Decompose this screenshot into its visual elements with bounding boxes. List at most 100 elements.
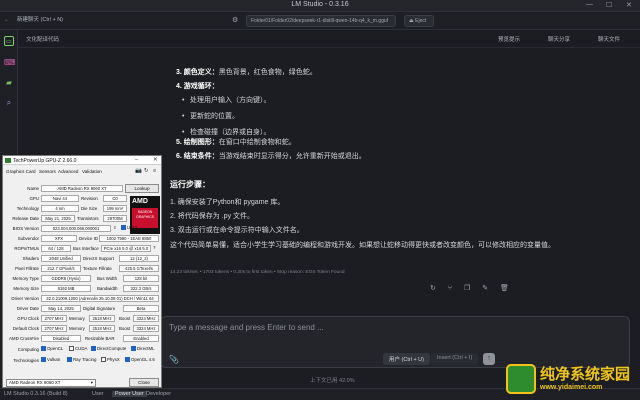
gpuz-app-icon bbox=[5, 158, 11, 163]
copy-icon[interactable]: ❐ bbox=[464, 285, 470, 292]
label-digital-signature: Digital Signature bbox=[83, 306, 116, 311]
mode-power-user[interactable]: Power User bbox=[112, 391, 147, 397]
gpuz-title-bar: TechPowerUp GPU-Z 2.66.0 – ✕ bbox=[3, 156, 161, 165]
branch-icon[interactable]: ⑂ bbox=[448, 285, 452, 292]
computing-directml: DirectML bbox=[131, 346, 155, 352]
label-memory-type: Memory Type bbox=[12, 276, 39, 281]
gpuz-title: TechPowerUp GPU-Z 2.66.0 bbox=[13, 158, 77, 164]
section-heading: 运行步骤： bbox=[170, 180, 210, 189]
list-item: 1. 确保安装了Python和 pygame 库。 bbox=[170, 199, 285, 206]
tab-graphics-card[interactable]: Graphics Card bbox=[6, 169, 36, 174]
minimize-button[interactable]: — bbox=[586, 1, 593, 8]
search-icon[interactable]: ⌕ bbox=[4, 98, 14, 108]
gpuz-close-button[interactable]: Close bbox=[129, 378, 159, 387]
edit-icon[interactable]: ✎ bbox=[482, 285, 488, 292]
role-user-button[interactable]: 用户 (Ctrl + U) bbox=[383, 353, 430, 365]
gpu-select-dropdown[interactable]: AMD Radeon RX 9060 XT ▾ bbox=[6, 379, 96, 387]
value-subvendor: XFX bbox=[41, 235, 77, 242]
list-item: 6. 结束条件：当游戏结束时显示得分，允许重新开始或退出。 bbox=[176, 150, 366, 164]
eject-icon: ⏏ bbox=[409, 18, 414, 24]
label-default-memory: Memory bbox=[69, 326, 85, 331]
close-button[interactable]: ✕ bbox=[626, 1, 632, 9]
top-toolbar: ← 新建聊天 (Ctrl + N) ⚙ Folder01/Folder02/de… bbox=[0, 12, 640, 30]
list-item-label: 6. 结束条件： bbox=[176, 153, 219, 160]
gpuz-minimize-button[interactable]: – bbox=[135, 157, 138, 163]
label-computing: Computing bbox=[17, 347, 39, 352]
attachment-icon[interactable]: 📎 bbox=[169, 355, 179, 364]
list-item: 4. 游戏循环： bbox=[176, 80, 219, 94]
share-icon[interactable]: ⇪ bbox=[113, 225, 117, 231]
label-memory-clock: Memory bbox=[69, 316, 85, 321]
share-chat-button[interactable]: 聊天分享 bbox=[548, 35, 570, 43]
check-label: Ray Tracing bbox=[73, 357, 97, 362]
label-boost: Boost bbox=[119, 316, 131, 321]
gear-icon[interactable]: ⚙ bbox=[232, 16, 238, 24]
mode-developer[interactable]: Developer bbox=[146, 391, 171, 397]
terminal-icon[interactable]: ⌨ bbox=[4, 58, 16, 68]
mode-user[interactable]: User bbox=[92, 391, 104, 397]
value-boost: 3324 MHz bbox=[133, 315, 159, 322]
model-selector[interactable]: Folder01/Folder02/deepseek-r1-distill-qw… bbox=[246, 15, 396, 27]
back-arrow-icon[interactable]: ← bbox=[4, 17, 10, 23]
folder-icon[interactable]: ▰ bbox=[4, 78, 14, 88]
check-icon bbox=[41, 346, 46, 352]
value-bus-interface: PCIe x16 5.0 @ x16 5.0 bbox=[101, 245, 151, 252]
watermark-url: www.yidaimei.com bbox=[540, 384, 603, 391]
label-transistors: Transistors bbox=[77, 216, 99, 221]
regenerate-icon[interactable]: ↻ bbox=[430, 285, 436, 292]
label-driver-date: Driver Date bbox=[16, 306, 39, 311]
label-pixel-fillrate: Pixel Fillrate bbox=[15, 266, 39, 271]
eject-button[interactable]: ⏏ Eject bbox=[404, 15, 434, 27]
lookup-button[interactable]: Lookup bbox=[125, 184, 159, 193]
list-item: 5. 绘制图形：在窗口中绘制食物和蛇。 bbox=[176, 136, 296, 150]
value-digital-signature: Beta bbox=[123, 305, 159, 312]
message-input-area[interactable]: Type a message and press Enter to send .… bbox=[160, 316, 630, 368]
menu-icon[interactable]: ≡ bbox=[153, 168, 156, 174]
label-texture-fillrate: Texture Fillrate bbox=[83, 266, 112, 271]
new-chat-tab[interactable]: ← 新建聊天 (Ctrl + N) bbox=[4, 15, 63, 23]
value-directx: 12 (12_2) bbox=[119, 255, 159, 262]
new-chat-label: 新建聊天 (Ctrl + N) bbox=[17, 17, 64, 23]
label-device-id: Device ID bbox=[79, 236, 99, 241]
insert-button[interactable]: Insert (Ctrl + I) bbox=[431, 353, 479, 365]
chat-files-button[interactable]: 聊天文件 bbox=[598, 35, 620, 43]
message-input[interactable]: Type a message and press Enter to send .… bbox=[169, 323, 324, 332]
label-gpu: GPU bbox=[29, 196, 39, 201]
check-icon bbox=[69, 346, 74, 352]
label-subvendor: Subvendor bbox=[17, 236, 39, 241]
tab-advanced[interactable]: Advanced bbox=[58, 169, 78, 174]
label-release-date: Release Date bbox=[12, 216, 39, 221]
preview-prompt-button[interactable]: 预览提示 bbox=[498, 35, 520, 43]
refresh-icon[interactable]: ↻ bbox=[144, 168, 149, 174]
value-die-size: 199 mm² bbox=[103, 205, 127, 212]
value-bios: 023.004.000.066.000001 bbox=[41, 225, 111, 232]
gpuz-close-icon[interactable]: ✕ bbox=[153, 157, 158, 163]
send-button[interactable]: ↑ bbox=[483, 353, 495, 365]
check-label: OpenCL bbox=[47, 346, 64, 351]
maximize-button[interactable]: ☐ bbox=[606, 1, 612, 9]
check-icon bbox=[91, 346, 96, 352]
tab-validation[interactable]: Validation bbox=[82, 169, 102, 174]
label-revision: Revision bbox=[81, 196, 98, 201]
help-icon[interactable]: ? bbox=[153, 245, 155, 250]
tab-sensors[interactable]: Sensors bbox=[39, 169, 56, 174]
label-crossfire: AMD CrossFire bbox=[8, 336, 39, 341]
label-driver-version: Driver Version bbox=[11, 296, 39, 301]
bullet-item: 更新蛇的位置。 bbox=[182, 110, 239, 124]
chat-title[interactable]: 文化配译代码 bbox=[26, 35, 59, 43]
tech-opengl: OpenGL 4.6 bbox=[125, 357, 155, 363]
watermark-logo-icon bbox=[506, 364, 536, 394]
value-bus-width: 128 bit bbox=[123, 275, 159, 282]
check-label: PhysX bbox=[107, 357, 120, 362]
context-usage: 上下文已用 42.0% bbox=[310, 378, 355, 384]
label-memory-size: Memory Size bbox=[13, 286, 39, 291]
chat-icon[interactable]: ▭ bbox=[4, 36, 14, 46]
list-item-text: 黑色背景，红色食物，绿色蛇。 bbox=[218, 69, 317, 76]
camera-icon[interactable]: 📷 bbox=[135, 168, 142, 174]
delete-icon[interactable]: 🗑 bbox=[500, 285, 509, 292]
computing-cuda: CUDA bbox=[69, 346, 87, 352]
gpuz-tabs: Graphics Card Sensors Advanced Validatio… bbox=[3, 167, 161, 176]
label-default-clock: Default Clock bbox=[12, 326, 39, 331]
value-default-clock: 2707 MHz bbox=[41, 325, 67, 332]
eject-label: Eject bbox=[415, 18, 427, 24]
